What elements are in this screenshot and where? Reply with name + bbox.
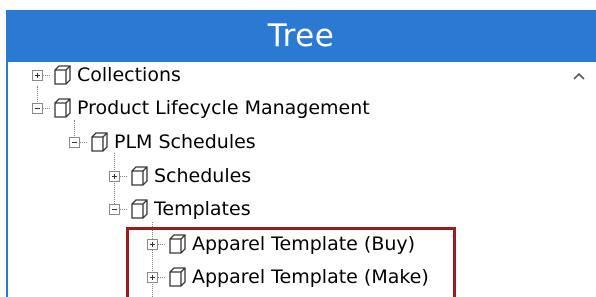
collapse-icon[interactable] xyxy=(32,102,43,114)
tree-node-label: Schedules xyxy=(154,165,252,187)
tree-node-label: Collections xyxy=(77,64,181,86)
tree-node-schedules[interactable]: Schedules xyxy=(109,161,251,191)
tree-connector xyxy=(80,141,87,143)
tree-connector xyxy=(43,107,50,109)
tree-node-templates[interactable]: Templates xyxy=(109,194,251,224)
cube-icon xyxy=(54,98,71,118)
tree-connector xyxy=(120,208,127,210)
tree-connector xyxy=(120,175,127,177)
tree-node-product-lifecycle-management[interactable]: Product Lifecycle Management xyxy=(32,93,370,123)
tree-node-label: Product Lifecycle Management xyxy=(77,97,370,119)
expand-icon[interactable] xyxy=(109,170,120,182)
chevron-up-icon xyxy=(573,72,585,80)
cube-icon xyxy=(54,65,71,85)
tree-view: Collections Product Lifecycle Management… xyxy=(0,0,560,297)
collapse-icon[interactable] xyxy=(109,203,120,215)
scroll-up-button[interactable] xyxy=(567,66,591,86)
cube-icon xyxy=(131,199,148,219)
cube-icon xyxy=(131,166,148,186)
tree-node-plm-schedules[interactable]: PLM Schedules xyxy=(69,127,256,157)
tree-node-label: PLM Schedules xyxy=(114,131,256,153)
cube-icon xyxy=(91,132,108,152)
expand-icon[interactable] xyxy=(32,69,43,81)
collapse-icon[interactable] xyxy=(69,136,80,148)
tree-connector xyxy=(43,74,50,76)
highlight-box xyxy=(126,227,456,297)
tree-node-label: Templates xyxy=(154,198,251,220)
tree-panel: Tree Collections Product Lifecycle Manag… xyxy=(0,0,596,297)
tree-node-collections[interactable]: Collections xyxy=(32,60,181,90)
